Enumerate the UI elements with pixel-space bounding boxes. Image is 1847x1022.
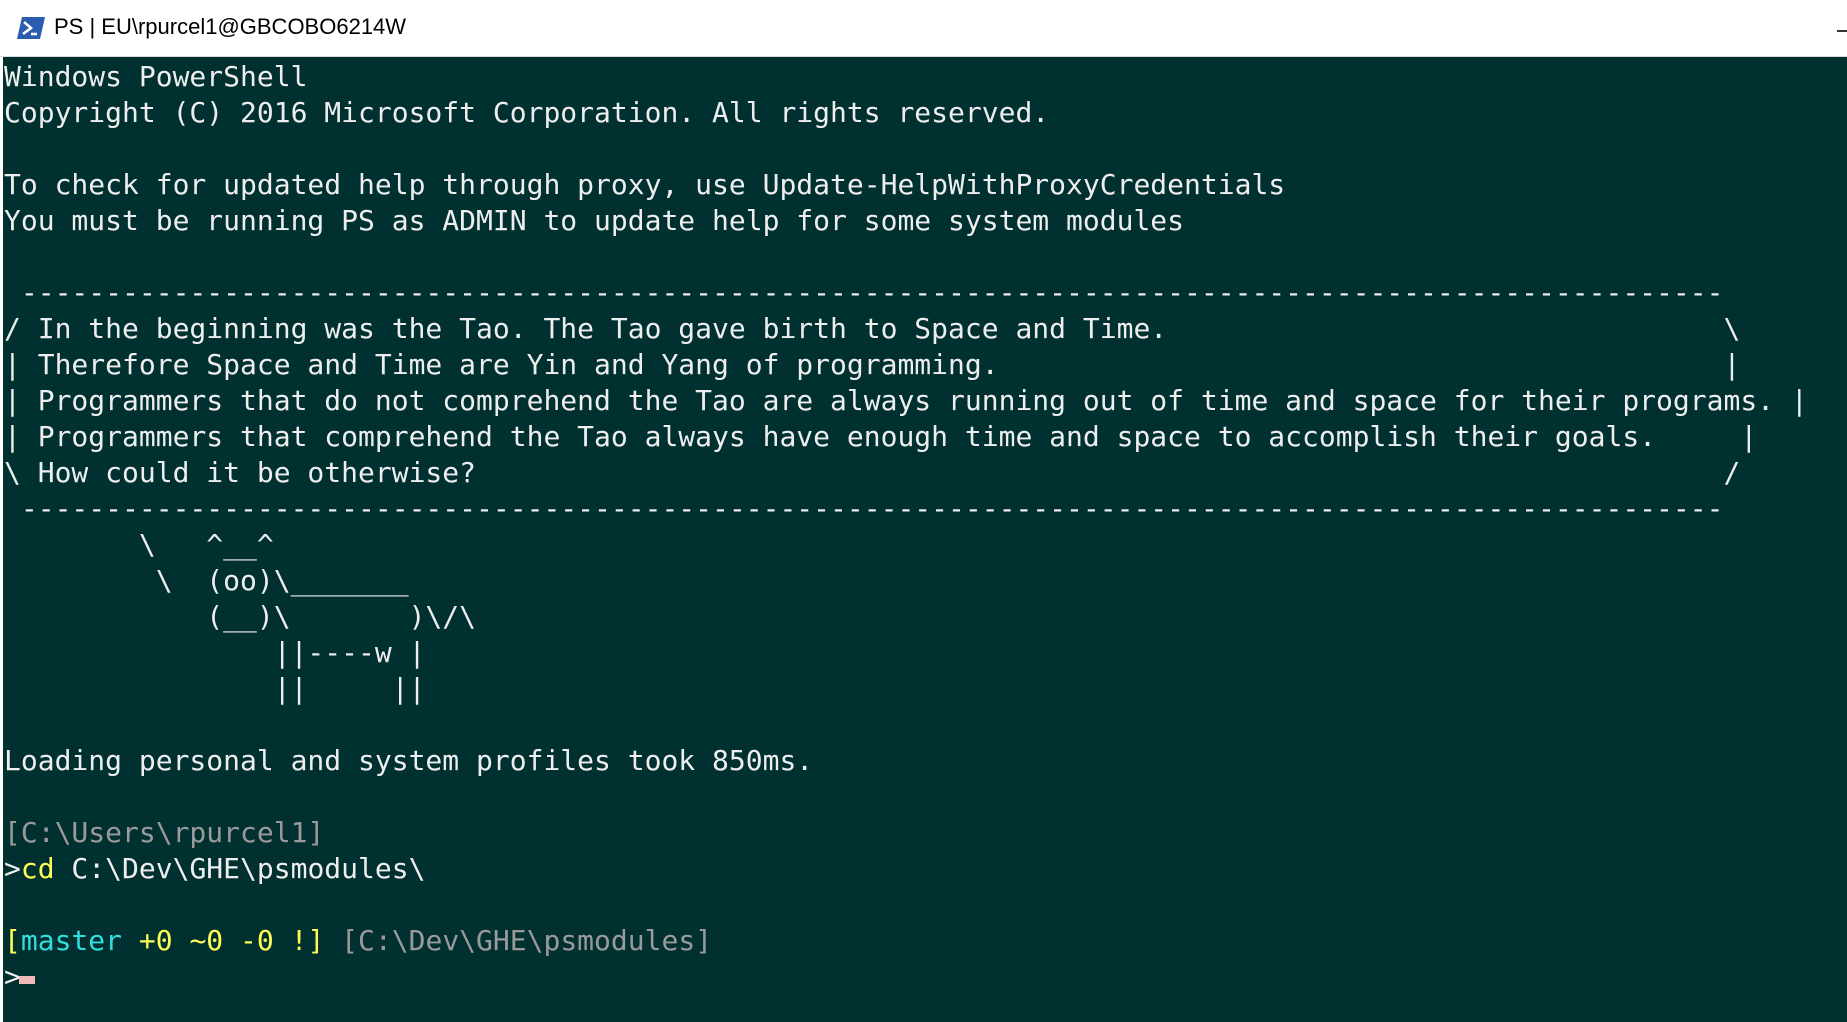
console-line-help-2: You must be running PS as ADMIN to updat… (4, 204, 1185, 237)
command-keyword: cd (20, 852, 55, 885)
cowsay-line-1: / In the beginning was the Tao. The Tao … (4, 312, 1741, 345)
prompt-2-line: [master +0 ~0 -0 !] [C:\Dev\GHE\psmodule… (4, 923, 1808, 959)
prompt-1-line: [C:\Users\rpurcel1] (4, 815, 1808, 851)
active-input-line[interactable]: > (4, 959, 1808, 995)
git-status-close-bracket: ] (307, 924, 325, 957)
git-branch-name: master (20, 924, 123, 957)
cowsay-line-2: | Therefore Space and Time are Yin and Y… (4, 348, 1741, 381)
cowsay-border-bottom: ----------------------------------------… (4, 492, 1724, 525)
window-title: PS | EU\rpurcel1@GBCOBO6214W (54, 14, 407, 39)
minimize-button[interactable] (1821, 0, 1847, 57)
prompt-path: [C:\Dev\GHE\psmodules] (324, 924, 713, 957)
cow-art-line-5: || || (4, 672, 426, 705)
prompt-path: [C:\Users\rpurcel1] (4, 816, 325, 849)
console-output: Windows PowerShell Copyright (C) 2016 Mic… (4, 59, 1808, 995)
command-argument: C:\Dev\GHE\psmodules\ (54, 852, 426, 885)
cow-art-line-3: (__)\ )\/\ (4, 600, 477, 633)
console-line-help-1: To check for updated help through proxy,… (4, 168, 1286, 201)
git-status-open-bracket: [ (4, 924, 21, 957)
console-line-header-1: Windows PowerShell (4, 60, 308, 93)
title-bar[interactable]: PS | EU\rpurcel1@GBCOBO6214W (0, 0, 1847, 57)
cowsay-line-5: \ How could it be otherwise? / (4, 456, 1741, 489)
minimize-icon (1837, 30, 1847, 32)
powershell-icon (17, 17, 45, 39)
cowsay-border-top: ----------------------------------------… (4, 276, 1724, 309)
cowsay-line-4: | Programmers that comprehend the Tao al… (4, 420, 1758, 453)
text-cursor (18, 976, 35, 984)
cowsay-line-3: | Programmers that do not comprehend the… (4, 384, 1808, 417)
prompt-symbol: > (4, 852, 21, 885)
git-status-counts: +0 ~0 -0 ! (122, 924, 308, 957)
powershell-window: PS | EU\rpurcel1@GBCOBO6214W Windows Pow… (0, 0, 1847, 1022)
cow-art-line-2: \ (oo)\_______ (4, 564, 409, 597)
cow-art-line-1: \ ^__^ (4, 528, 274, 561)
command-line: >cd C:\Dev\GHE\psmodules\ (4, 851, 1808, 887)
profile-load-message: Loading personal and system profiles too… (4, 744, 814, 777)
console-area[interactable]: Windows PowerShell Copyright (C) 2016 Mic… (3, 57, 1847, 1022)
console-line-header-2: Copyright (C) 2016 Microsoft Corporation… (4, 96, 1050, 129)
cow-art-line-4: ||----w | (4, 636, 426, 669)
